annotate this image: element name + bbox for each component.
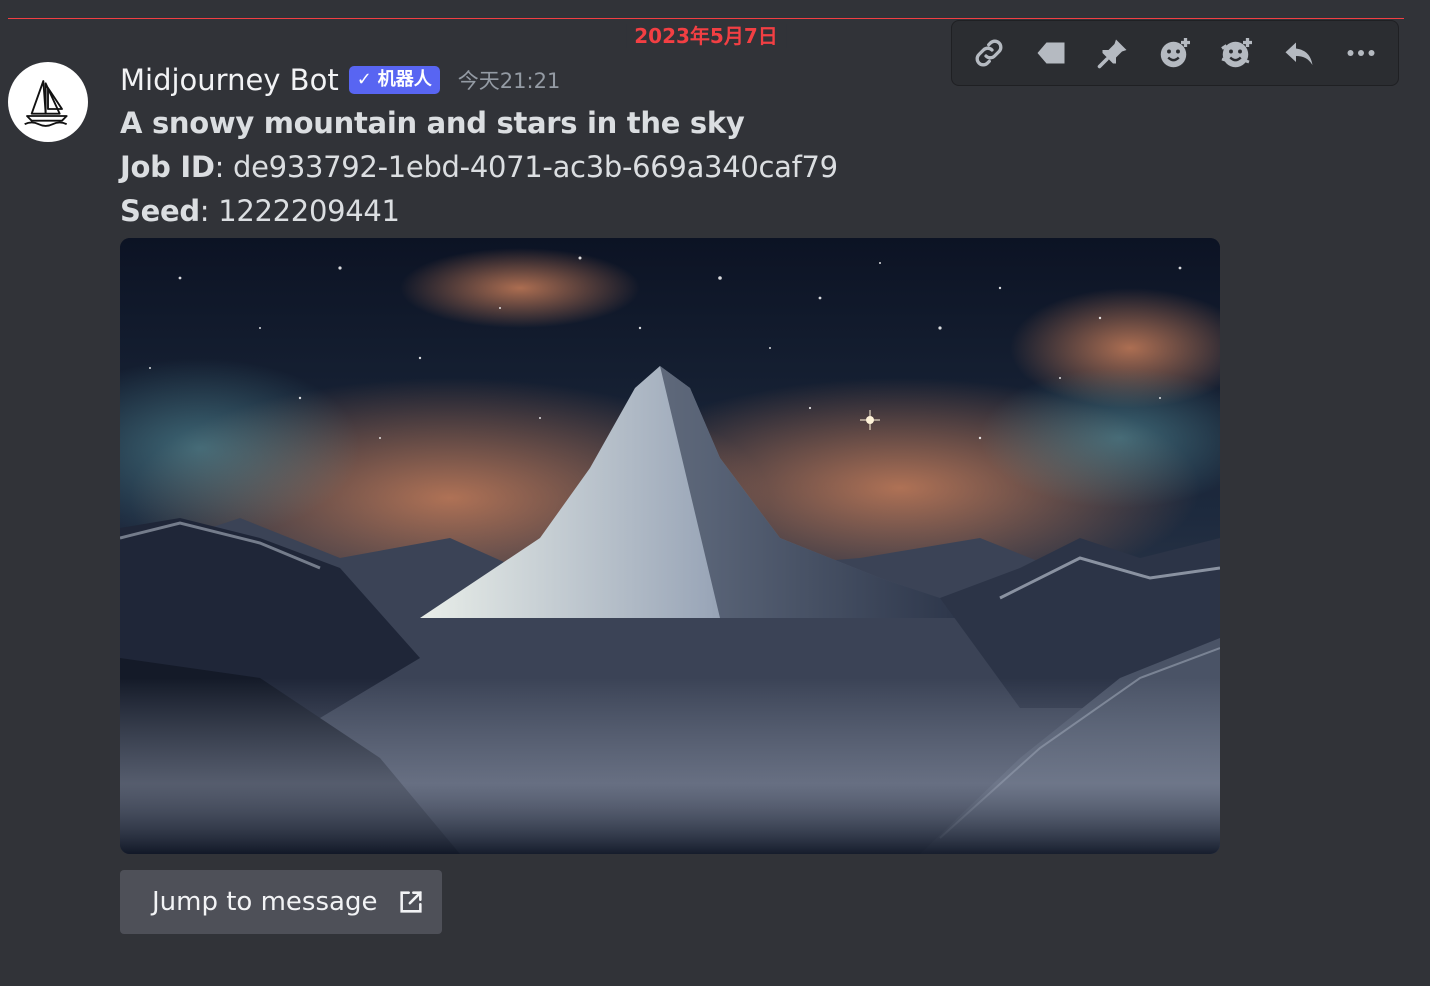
copy-link-button[interactable] [963,27,1015,79]
seed-value: 1222209441 [218,194,400,228]
sailboat-logo-icon [24,80,68,127]
bot-tag: ✓ 机器人 [348,66,440,94]
link-icon [975,39,1003,67]
reply-icon [1285,42,1313,65]
pin-icon [1097,39,1127,69]
seed-label: Seed [120,194,200,228]
more-icon [1347,50,1375,56]
author-name[interactable]: Midjourney Bot [120,63,339,97]
seed-line: Seed: 1222209441 [120,194,400,228]
tag-button[interactable] [1025,27,1077,79]
timestamp: 今天21:21 [457,69,561,93]
external-link-icon [400,891,423,913]
message-toolbar [951,20,1399,86]
job-id-line: Job ID: de933792-1ebd-4071-ac3b-669a340c… [120,150,838,184]
generated-image[interactable] [120,238,1220,854]
job-id-value: de933792-1ebd-4071-ac3b-669a340caf79 [233,150,838,184]
mountain-image-art [120,238,1220,854]
add-reaction-button[interactable] [1149,27,1201,79]
more-options-button[interactable] [1335,27,1387,79]
bot-tag-label: 机器人 [377,69,432,90]
reply-button[interactable] [1273,27,1325,79]
divider-date: 2023年5月7日 [626,24,786,48]
jump-button-label: Jump to message [152,887,378,917]
job-id-label: Job ID [120,150,215,184]
tag-icon [1037,42,1065,64]
pin-button[interactable] [1087,27,1139,79]
date-divider: 2023年5月7日 新的 [8,18,1404,48]
add-reaction-icon [1160,38,1190,68]
add-super-reaction-icon [1221,38,1252,68]
jump-to-message-button[interactable]: Jump to message [120,870,442,934]
avatar[interactable] [8,62,88,142]
add-super-reaction-button[interactable] [1211,27,1263,79]
verified-check-icon: ✓ [356,69,372,90]
prompt-text: A snowy mountain and stars in the sky [120,106,745,140]
message-header: Midjourney Bot ✓ 机器人 今天21:21 [120,60,560,100]
